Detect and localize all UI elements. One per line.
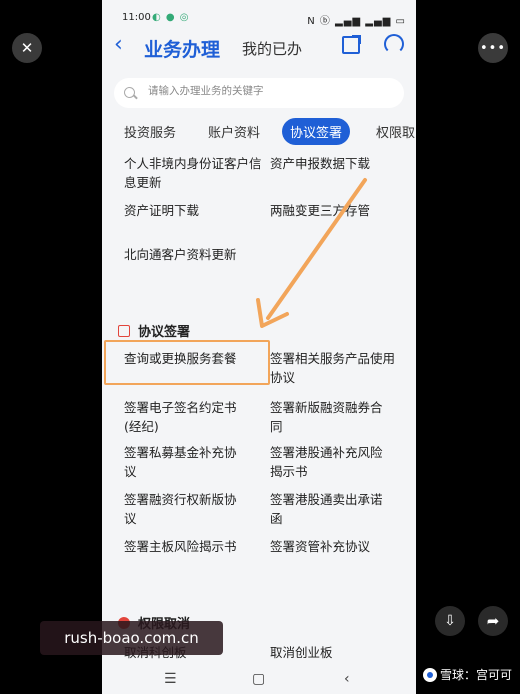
share-icon: ➦	[486, 612, 500, 630]
annotation-arrow-icon	[256, 178, 367, 328]
share-button[interactable]: ➦	[478, 606, 508, 636]
snowball-logo-icon	[422, 668, 437, 682]
brand-text: 雪球：宫可可	[439, 668, 512, 682]
watermark: rush-boao.com.cn	[40, 621, 223, 655]
save-button[interactable]: ⇩	[435, 606, 465, 636]
save-icon: ⇩	[444, 613, 456, 629]
brand-credit: 雪球：宫可可	[422, 666, 512, 683]
